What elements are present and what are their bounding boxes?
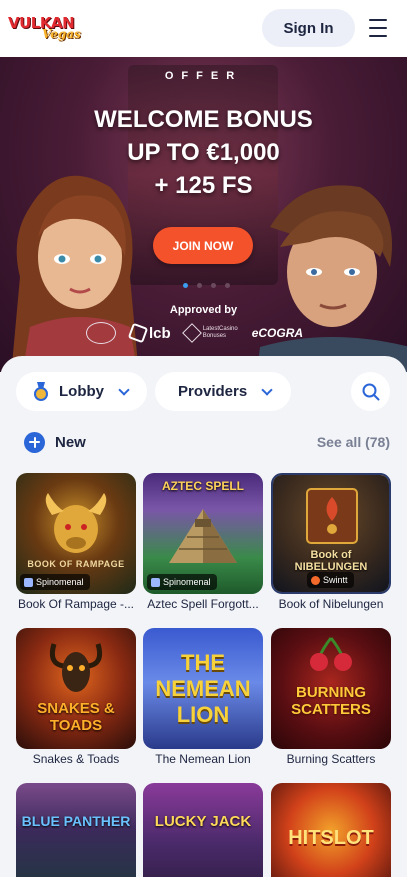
bonus-headline-line: UP TO €1,000: [127, 139, 280, 166]
game-thumbnail[interactable]: BOOK OF RAMPAGE Spinomenal: [16, 473, 136, 594]
menu-line: [369, 27, 387, 29]
medal-icon: [33, 382, 49, 401]
carousel-dot[interactable]: [211, 283, 216, 288]
search-icon: [362, 383, 379, 400]
provider-icon: [24, 577, 33, 587]
game-thumbnail[interactable]: AZTEC SPELL Spinomenal: [143, 473, 263, 594]
lobby-label: Lobby: [59, 383, 104, 400]
carousel-dot[interactable]: [197, 283, 202, 288]
game-art-title: BURNING SCATTERS: [291, 684, 371, 718]
game-art-title: BLUE PANTHER: [21, 813, 131, 829]
game-art-title: THE NEMEAN LION: [155, 650, 251, 727]
top-bar: VULKAN Vegas Sign In: [0, 0, 407, 57]
see-all-link[interactable]: See all (78): [317, 434, 390, 450]
game-thumbnail[interactable]: BLUE PANTHER: [16, 783, 136, 877]
game-card[interactable]: SNAKES & TOADS Snakes & Toads: [16, 628, 136, 768]
hamburger-menu-icon[interactable]: [366, 17, 390, 39]
game-art-title: HITSLOT: [288, 827, 374, 849]
chevron-down-icon: [261, 383, 273, 396]
game-art-title: SNAKES & TOADS: [37, 700, 115, 734]
new-games-header: New See all (78): [24, 431, 390, 453]
section-title: New: [55, 433, 86, 451]
book-icon: [306, 488, 358, 544]
provider-badge: Swintt: [307, 572, 354, 588]
welcome-bonus-banner[interactable]: OFFER WELCOME BONUS UP TO €1,000 + 125 F…: [0, 57, 407, 372]
game-art-title: Book of NIBELUNGEN: [294, 549, 368, 573]
carousel-dots: [183, 283, 230, 288]
game-name: Snakes & Toads: [32, 752, 120, 766]
provider-badge: Spinomenal: [20, 574, 90, 590]
approval-badges: lcb LatestCasino Bonuses eCOGRA: [86, 321, 326, 345]
game-name: Book Of Rampage -...: [17, 597, 135, 611]
providers-dropdown[interactable]: Providers: [155, 372, 291, 411]
bonus-headline-line: + 125 FS: [154, 172, 253, 199]
bonus-headline: WELCOME BONUS UP TO €1,000 + 125 FS: [0, 103, 407, 202]
game-thumbnail[interactable]: LUCKY JACK: [143, 783, 263, 877]
plus-circle-icon: [24, 431, 45, 453]
game-thumbnail[interactable]: HITSLOT: [271, 783, 391, 877]
game-thumbnail[interactable]: SNAKES & TOADS: [16, 628, 136, 749]
game-card[interactable]: BLUE PANTHER: [16, 783, 136, 877]
menu-line: [369, 19, 387, 21]
cherries-icon: [310, 637, 352, 671]
provider-badge: Spinomenal: [147, 574, 217, 590]
game-art-title: AZTEC SPELL: [161, 479, 244, 493]
carousel-dot[interactable]: [225, 283, 230, 288]
menu-line: [369, 35, 387, 37]
providers-label: Providers: [178, 383, 248, 400]
seal-badge-icon: [86, 322, 116, 344]
game-card[interactable]: THE NEMEAN LION The Nemean Lion: [143, 628, 263, 768]
provider-icon: [151, 577, 160, 587]
game-name: Aztec Spell Forgott...: [147, 597, 259, 611]
game-card[interactable]: BOOK OF RAMPAGE Spinomenal Book Of Rampa…: [16, 473, 136, 613]
games-panel: Lobby Providers New See all (78) BOOK OF…: [0, 356, 407, 877]
bonus-headline-line: WELCOME BONUS: [94, 106, 313, 133]
offer-kicker: OFFER: [164, 70, 243, 82]
game-card[interactable]: AZTEC SPELL Spinomenal Aztec Spell Forgo…: [143, 473, 263, 613]
lobby-dropdown[interactable]: Lobby: [16, 372, 147, 411]
game-art-title: LUCKY JACK: [154, 813, 252, 830]
provider-name: Spinomenal: [36, 577, 84, 587]
chevron-down-icon: [118, 383, 130, 396]
lcbonus-line: Bonuses: [202, 333, 227, 339]
pyramid-icon: [169, 509, 237, 563]
bull-icon: [45, 493, 107, 553]
game-card[interactable]: BURNING SCATTERS Burning Scatters: [271, 628, 391, 768]
carousel-dot-active[interactable]: [183, 283, 188, 288]
sign-in-button[interactable]: Sign In: [262, 9, 355, 47]
lcbonus-line: LatestCasino: [202, 326, 238, 332]
provider-name: Spinomenal: [163, 577, 211, 587]
page: VULKAN Vegas Sign In OFFER WELCOME BONUS…: [0, 0, 407, 877]
game-name: The Nemean Lion: [155, 752, 251, 766]
provider-name: Swintt: [323, 575, 348, 585]
lcb-badge: lcb: [127, 322, 171, 344]
lcbonus-icon: [181, 323, 202, 343]
game-card[interactable]: HITSLOT: [271, 783, 391, 877]
game-thumbnail[interactable]: BURNING SCATTERS: [271, 628, 391, 749]
game-name: Burning Scatters: [286, 752, 376, 766]
vulkan-vegas-logo[interactable]: VULKAN Vegas: [8, 12, 84, 46]
lcb-label: lcb: [149, 324, 171, 342]
join-now-button[interactable]: JOIN NOW: [153, 227, 253, 264]
goat-skull-icon: [49, 643, 103, 692]
game-thumbnail[interactable]: THE NEMEAN LION: [143, 628, 263, 749]
game-art-title: BOOK OF RAMPAGE: [27, 559, 125, 569]
latest-casino-bonuses-badge: LatestCasino Bonuses: [181, 323, 238, 343]
game-card[interactable]: LUCKY JACK: [143, 783, 263, 877]
logo-subwordmark: Vegas: [42, 27, 81, 41]
lcb-icon: [127, 322, 149, 344]
game-card[interactable]: Book of NIBELUNGEN Swintt Book of Nibelu…: [271, 473, 391, 613]
lcbonus-text: LatestCasino Bonuses: [203, 326, 238, 340]
ecogra-badge: eCOGRA: [251, 326, 304, 340]
approved-by-label: Approved by: [169, 304, 238, 316]
game-name: Book of Nibelungen: [278, 597, 384, 611]
game-thumbnail[interactable]: Book of NIBELUNGEN Swintt: [271, 473, 391, 594]
provider-icon: [311, 575, 320, 585]
search-button[interactable]: [351, 372, 390, 411]
